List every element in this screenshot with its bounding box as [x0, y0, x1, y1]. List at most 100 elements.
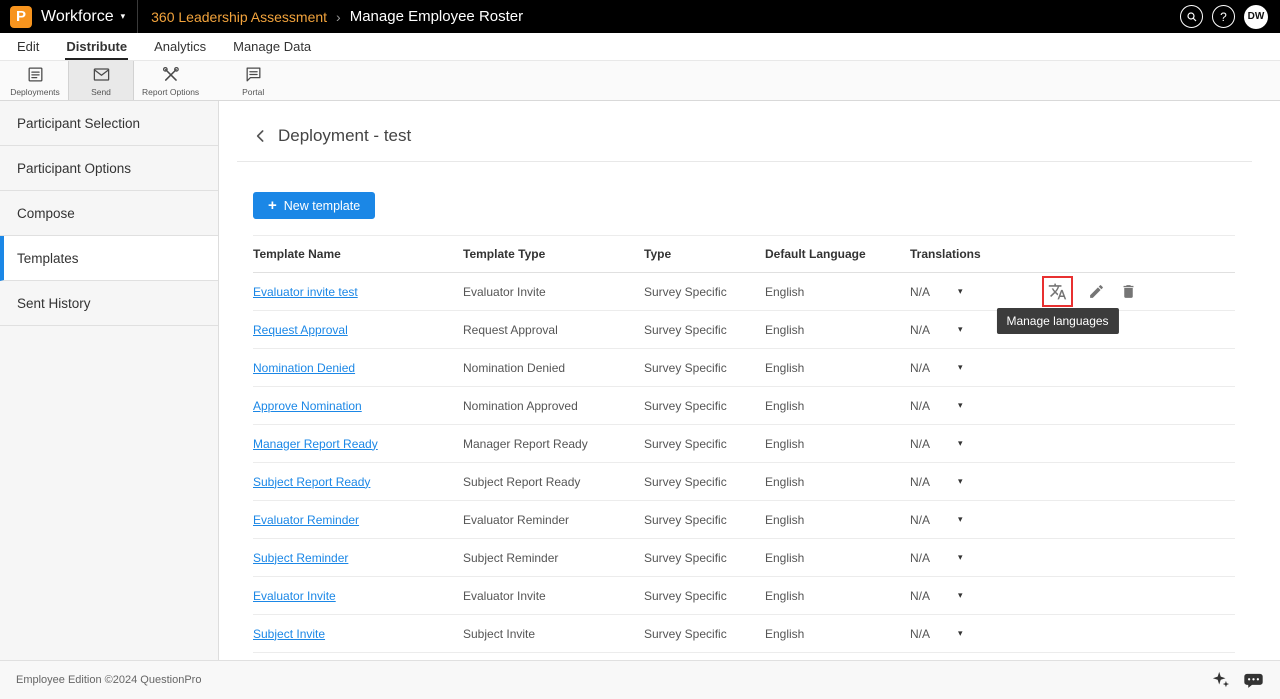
manage-languages-tooltip: Manage languages: [996, 308, 1118, 334]
template-name-link[interactable]: Approve Nomination: [253, 399, 362, 413]
template-name-link[interactable]: Manager Report Ready: [253, 437, 378, 451]
delete-template-button[interactable]: [1120, 283, 1137, 300]
sidebar-item-participant-selection[interactable]: Participant Selection: [0, 101, 218, 146]
questionpro-logo[interactable]: P: [10, 6, 32, 28]
back-button[interactable]: [253, 128, 269, 144]
language-cell: English: [765, 399, 910, 413]
sidebar-item-sent-history[interactable]: Sent History: [0, 281, 218, 326]
page-title: Deployment - test: [278, 126, 411, 146]
language-cell: English: [765, 475, 910, 489]
breadcrumb-project[interactable]: 360 Leadership Assessment: [151, 9, 327, 25]
deployments-icon: [26, 65, 45, 84]
toolbar-deployments-label: Deployments: [10, 87, 60, 97]
template-name-link[interactable]: Subject Invite: [253, 627, 325, 641]
breadcrumb: 360 Leadership Assessment › Manage Emplo…: [151, 8, 523, 25]
new-template-button[interactable]: + New template: [253, 192, 375, 219]
templates-table: Template Name Template Type Type Default…: [253, 235, 1235, 653]
edit-template-button[interactable]: [1088, 283, 1105, 300]
template-type-cell: Request Approval: [463, 323, 644, 337]
report-options-icon: [161, 65, 180, 84]
menu-item-distribute[interactable]: Distribute: [65, 34, 128, 60]
language-cell: English: [765, 551, 910, 565]
template-type-cell: Subject Invite: [463, 627, 644, 641]
translations-dropdown-button[interactable]: ▾: [956, 436, 965, 451]
template-name-link[interactable]: Request Approval: [253, 323, 348, 337]
table-row: Subject Reminder Subject Reminder Survey…: [253, 539, 1235, 577]
type-cell: Survey Specific: [644, 399, 765, 413]
translations-dropdown-button[interactable]: ▾: [956, 360, 965, 375]
template-type-cell: Subject Report Ready: [463, 475, 644, 489]
toolbar-deployments-button[interactable]: Deployments: [2, 61, 68, 100]
table-row: Approve Nomination Nomination Approved S…: [253, 387, 1235, 425]
topbar-actions: ? DW: [1180, 5, 1268, 29]
translations-dropdown-button[interactable]: ▾: [956, 588, 965, 603]
header-template-name: Template Name: [253, 247, 463, 261]
menu-item-analytics[interactable]: Analytics: [153, 34, 207, 60]
template-name-link[interactable]: Subject Reminder: [253, 551, 348, 565]
header-template-type: Template Type: [463, 247, 644, 261]
sidebar-item-participant-options[interactable]: Participant Options: [0, 146, 218, 191]
toolbar-portal-button[interactable]: Portal: [220, 61, 286, 100]
translations-dropdown-button[interactable]: ▾: [956, 550, 965, 565]
type-cell: Survey Specific: [644, 285, 765, 299]
toolbar-report-options-button[interactable]: Report Options: [134, 61, 207, 100]
table-row: Evaluator Invite Evaluator Invite Survey…: [253, 577, 1235, 615]
template-type-cell: Nomination Denied: [463, 361, 644, 375]
header-translations: Translations: [910, 247, 1022, 261]
sidebar-item-templates[interactable]: Templates: [0, 236, 218, 281]
menu-item-manage-data[interactable]: Manage Data: [232, 34, 312, 60]
template-name-cell: Evaluator invite test: [253, 285, 463, 299]
translations-value: N/A: [910, 513, 930, 527]
template-name-link[interactable]: Evaluator invite test: [253, 285, 358, 299]
user-avatar[interactable]: DW: [1244, 5, 1268, 29]
content-area: Participant Selection Participant Option…: [0, 101, 1280, 660]
template-name-cell: Evaluator Invite: [253, 589, 463, 603]
translations-dropdown-button[interactable]: ▾: [956, 284, 965, 299]
workspace-caret-icon[interactable]: ▾: [121, 11, 126, 22]
template-name-cell: Subject Reminder: [253, 551, 463, 565]
help-button[interactable]: ?: [1212, 5, 1235, 28]
template-name-link[interactable]: Evaluator Invite: [253, 589, 336, 603]
header-default-language: Default Language: [765, 247, 910, 261]
translations-dropdown-button[interactable]: ▾: [956, 626, 965, 641]
type-cell: Survey Specific: [644, 513, 765, 527]
workspace-name[interactable]: Workforce: [41, 8, 114, 26]
language-cell: English: [765, 589, 910, 603]
template-name-link[interactable]: Subject Report Ready: [253, 475, 370, 489]
header-type: Type: [644, 247, 765, 261]
template-name-cell: Request Approval: [253, 323, 463, 337]
translations-value: N/A: [910, 361, 930, 375]
translations-dropdown-button[interactable]: ▾: [956, 474, 965, 489]
toolbar-send-button[interactable]: Send: [68, 61, 134, 100]
language-cell: English: [765, 323, 910, 337]
manage-languages-button[interactable]: Manage languages: [1042, 276, 1073, 307]
feedback-chat-icon[interactable]: [1243, 671, 1264, 689]
template-name-link[interactable]: Nomination Denied: [253, 361, 355, 375]
search-button[interactable]: [1180, 5, 1203, 28]
row-actions: Manage languages: [1022, 276, 1235, 307]
template-type-cell: Evaluator Invite: [463, 589, 644, 603]
send-icon: [92, 65, 111, 84]
translations-dropdown-button[interactable]: ▾: [956, 322, 965, 337]
translations-value: N/A: [910, 551, 930, 565]
sidebar-item-compose[interactable]: Compose: [0, 191, 218, 236]
translations-cell: N/A ▾: [910, 284, 1022, 299]
template-name-link[interactable]: Evaluator Reminder: [253, 513, 359, 527]
toolbar-send-label: Send: [91, 87, 111, 97]
new-template-label: New template: [284, 199, 360, 213]
translations-dropdown-button[interactable]: ▾: [956, 512, 965, 527]
translations-value: N/A: [910, 399, 930, 413]
ai-sparkle-icon[interactable]: [1212, 671, 1230, 689]
table-row: Nomination Denied Nomination Denied Surv…: [253, 349, 1235, 387]
main-panel: Deployment - test + New template Templat…: [219, 101, 1280, 660]
type-cell: Survey Specific: [644, 361, 765, 375]
template-name-cell: Nomination Denied: [253, 361, 463, 375]
menu-item-edit[interactable]: Edit: [16, 34, 40, 60]
language-cell: English: [765, 627, 910, 641]
translations-dropdown-button[interactable]: ▾: [956, 398, 965, 413]
type-cell: Survey Specific: [644, 475, 765, 489]
language-cell: English: [765, 513, 910, 527]
type-cell: Survey Specific: [644, 551, 765, 565]
breadcrumb-page-title: Manage Employee Roster: [350, 8, 523, 25]
breadcrumb-separator-icon: ›: [336, 9, 341, 25]
